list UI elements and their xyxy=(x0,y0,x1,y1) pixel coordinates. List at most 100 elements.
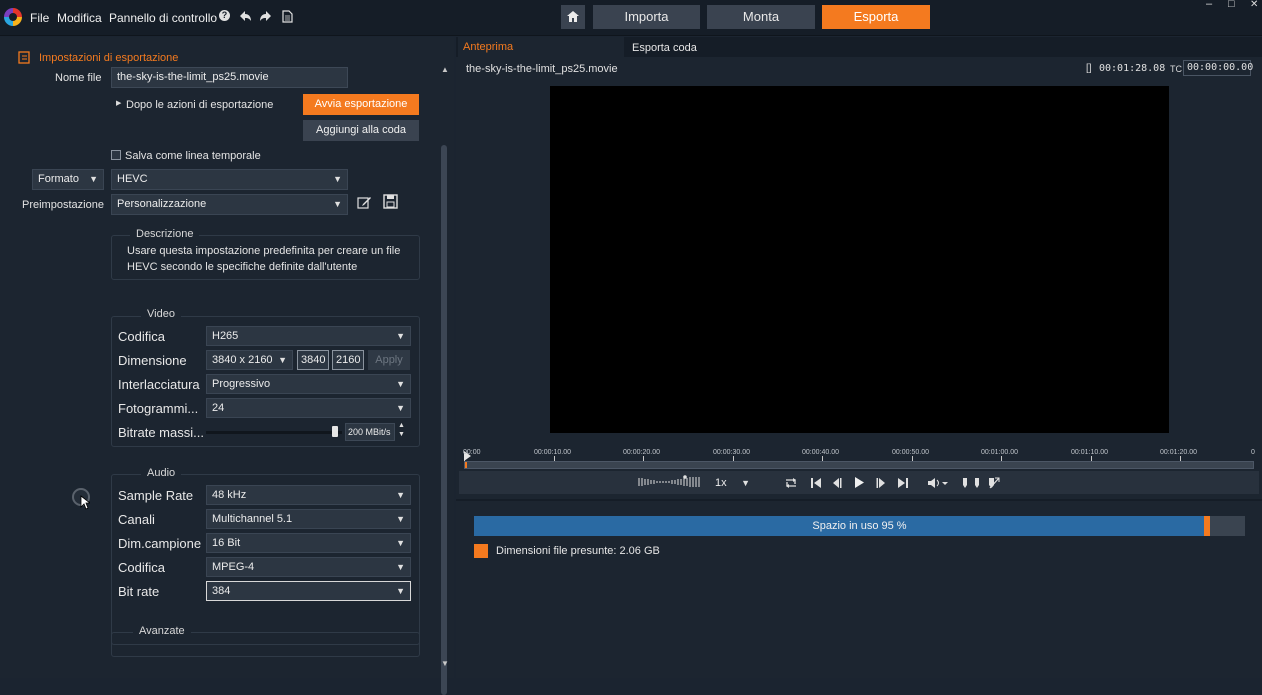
save-as-timeline-label: Salva come linea temporale xyxy=(125,150,261,162)
format-value-dropdown[interactable]: HEVC ▼ xyxy=(111,169,348,190)
chevron-down-icon: ▼ xyxy=(333,199,342,209)
advanced-title[interactable]: Avanzate xyxy=(133,625,191,637)
timeline-tick-label: 0 xyxy=(1251,449,1255,456)
scrub-position xyxy=(465,462,467,468)
format-label: Formato xyxy=(38,173,79,185)
speed-dropdown[interactable]: 1x ▼ xyxy=(709,474,756,492)
export-settings-header: Impostazioni di esportazione xyxy=(39,52,179,64)
video-size-value: 3840 x 2160 xyxy=(212,354,273,366)
bitrate-slider-track[interactable] xyxy=(206,426,342,437)
next-frame-icon[interactable] xyxy=(876,477,888,489)
video-size-label: Dimensione xyxy=(118,353,187,368)
menu-file[interactable]: File xyxy=(30,11,49,25)
chevron-down-icon: ▼ xyxy=(396,331,405,341)
scroll-down-arrow-icon[interactable]: ▼ xyxy=(441,659,449,668)
framerate-dropdown[interactable]: 24 ▼ xyxy=(206,398,411,418)
sample-rate-dropdown[interactable]: 48 kHz ▼ xyxy=(206,485,411,505)
timecode-label: TC xyxy=(1170,64,1182,74)
sample-size-label: Dim.campione xyxy=(118,536,202,551)
speed-value: 1x xyxy=(715,477,727,489)
edit-preset-icon[interactable] xyxy=(357,195,372,210)
video-width-input[interactable]: 3840 xyxy=(297,350,329,370)
audio-bitrate-label: Bit rate xyxy=(118,584,160,599)
start-export-button[interactable]: Avvia esportazione xyxy=(303,94,419,115)
format-value: HEVC xyxy=(117,173,148,185)
save-preset-icon[interactable] xyxy=(383,194,398,209)
menu-modifica[interactable]: Modifica xyxy=(57,11,102,25)
redo-icon[interactable] xyxy=(259,10,273,22)
go-to-start-icon[interactable] xyxy=(810,477,822,489)
home-icon xyxy=(567,11,579,22)
file-name-input[interactable]: the-sky-is-the-limit_ps25.movie xyxy=(111,67,348,88)
chevron-down-icon: ▼ xyxy=(396,538,405,548)
video-title: Video xyxy=(141,308,181,320)
video-codec-dropdown[interactable]: H265 ▼ xyxy=(206,326,411,346)
scrollbar-thumb[interactable] xyxy=(441,145,447,695)
tab-anteprima[interactable]: Anteprima xyxy=(458,37,624,57)
tab-importa[interactable]: Importa xyxy=(593,5,700,29)
save-as-timeline-checkbox[interactable] xyxy=(111,150,121,160)
stepper-up-icon[interactable]: ▲ xyxy=(398,422,405,429)
chevron-down-icon: ▼ xyxy=(396,562,405,572)
tab-esporta-coda[interactable]: Esporta coda xyxy=(632,42,697,54)
go-to-end-icon[interactable] xyxy=(897,477,909,489)
description-text-line1: Usare questa impostazione predefinita pe… xyxy=(127,245,401,257)
app-logo xyxy=(4,8,22,26)
scroll-up-arrow-icon[interactable]: ▲ xyxy=(441,65,449,74)
add-to-queue-button[interactable]: Aggiungi alla coda xyxy=(303,120,419,141)
format-dropdown[interactable]: Formato ▼ xyxy=(32,169,104,190)
settings-scrollbar[interactable]: ▲ ▼ xyxy=(440,65,449,695)
file-size-legend-swatch xyxy=(474,544,488,558)
channels-value: Multichannel 5.1 xyxy=(212,513,293,525)
file-size-legend-label: Dimensioni file presunte: 2.06 GB xyxy=(496,545,660,557)
scrub-bar[interactable] xyxy=(464,461,1254,469)
preview-panel: Anteprima Esporta coda the-sky-is-the-li… xyxy=(456,37,1262,678)
home-button[interactable] xyxy=(561,5,585,29)
interlace-dropdown[interactable]: Progressivo ▼ xyxy=(206,374,411,394)
bitrate-slider-thumb[interactable] xyxy=(332,426,338,437)
video-height-input[interactable]: 2160 xyxy=(332,350,364,370)
audio-codec-dropdown[interactable]: MPEG-4 ▼ xyxy=(206,557,411,577)
audio-bitrate-dropdown[interactable]: 384 ▼ xyxy=(206,581,411,601)
clear-marks-icon[interactable] xyxy=(988,477,1000,489)
sample-rate-value: 48 kHz xyxy=(212,489,247,501)
volume-icon[interactable] xyxy=(927,477,949,489)
export-settings-icon xyxy=(18,51,30,64)
video-size-dropdown[interactable]: 3840 x 2160 ▼ xyxy=(206,350,293,370)
preset-value: Personalizzazione xyxy=(117,198,207,210)
chevron-down-icon: ▼ xyxy=(396,379,405,389)
expand-arrow-icon[interactable]: ▶ xyxy=(116,99,121,107)
panel-separator xyxy=(456,499,1262,501)
max-bitrate-label: Bitrate massi... xyxy=(118,425,204,440)
bitrate-value-input[interactable]: 200 MBit/s xyxy=(345,423,395,441)
description-text-line2: HEVC secondo le specifiche definite dall… xyxy=(127,261,358,273)
stepper-down-icon[interactable]: ▼ xyxy=(398,431,405,438)
maximize-button[interactable]: □ xyxy=(1228,0,1235,10)
tab-monta[interactable]: Monta xyxy=(707,5,815,29)
channels-dropdown[interactable]: Multichannel 5.1 ▼ xyxy=(206,509,411,529)
timeline-tick-label: 00:01:10.00 xyxy=(1071,449,1108,456)
tab-esporta[interactable]: Esporta xyxy=(822,5,930,29)
menu-pannello-di-controllo[interactable]: Pannello di controllo xyxy=(109,11,217,25)
framerate-value: 24 xyxy=(212,402,225,414)
export-settings-panel: ▲ ▼ Impostazioni di esportazione Nome fi… xyxy=(0,37,454,695)
jog-shuttle-icon[interactable] xyxy=(637,475,703,489)
description-group xyxy=(111,235,420,280)
help-icon[interactable]: ? xyxy=(219,10,230,21)
close-button[interactable]: ✕ xyxy=(1250,0,1258,10)
mark-in-out-icon[interactable] xyxy=(961,477,981,489)
apply-size-button[interactable]: Apply xyxy=(368,350,410,370)
channels-label: Canali xyxy=(118,512,155,527)
preset-dropdown[interactable]: Personalizzazione ▼ xyxy=(111,194,348,215)
loop-icon[interactable] xyxy=(783,477,799,489)
bitrate-stepper[interactable]: ▲ ▼ xyxy=(397,422,408,440)
timecode-display[interactable]: 00:00:00.00 xyxy=(1183,60,1253,76)
play-icon[interactable] xyxy=(853,476,865,489)
sample-size-dropdown[interactable]: 16 Bit ▼ xyxy=(206,533,411,553)
document-icon[interactable] xyxy=(282,10,293,23)
chevron-down-icon: ▼ xyxy=(396,586,405,596)
previous-frame-icon[interactable] xyxy=(830,477,842,489)
undo-icon[interactable] xyxy=(238,10,252,22)
after-export-actions-label[interactable]: Dopo le azioni di esportazione xyxy=(126,99,273,111)
minimize-button[interactable]: – xyxy=(1206,0,1212,10)
